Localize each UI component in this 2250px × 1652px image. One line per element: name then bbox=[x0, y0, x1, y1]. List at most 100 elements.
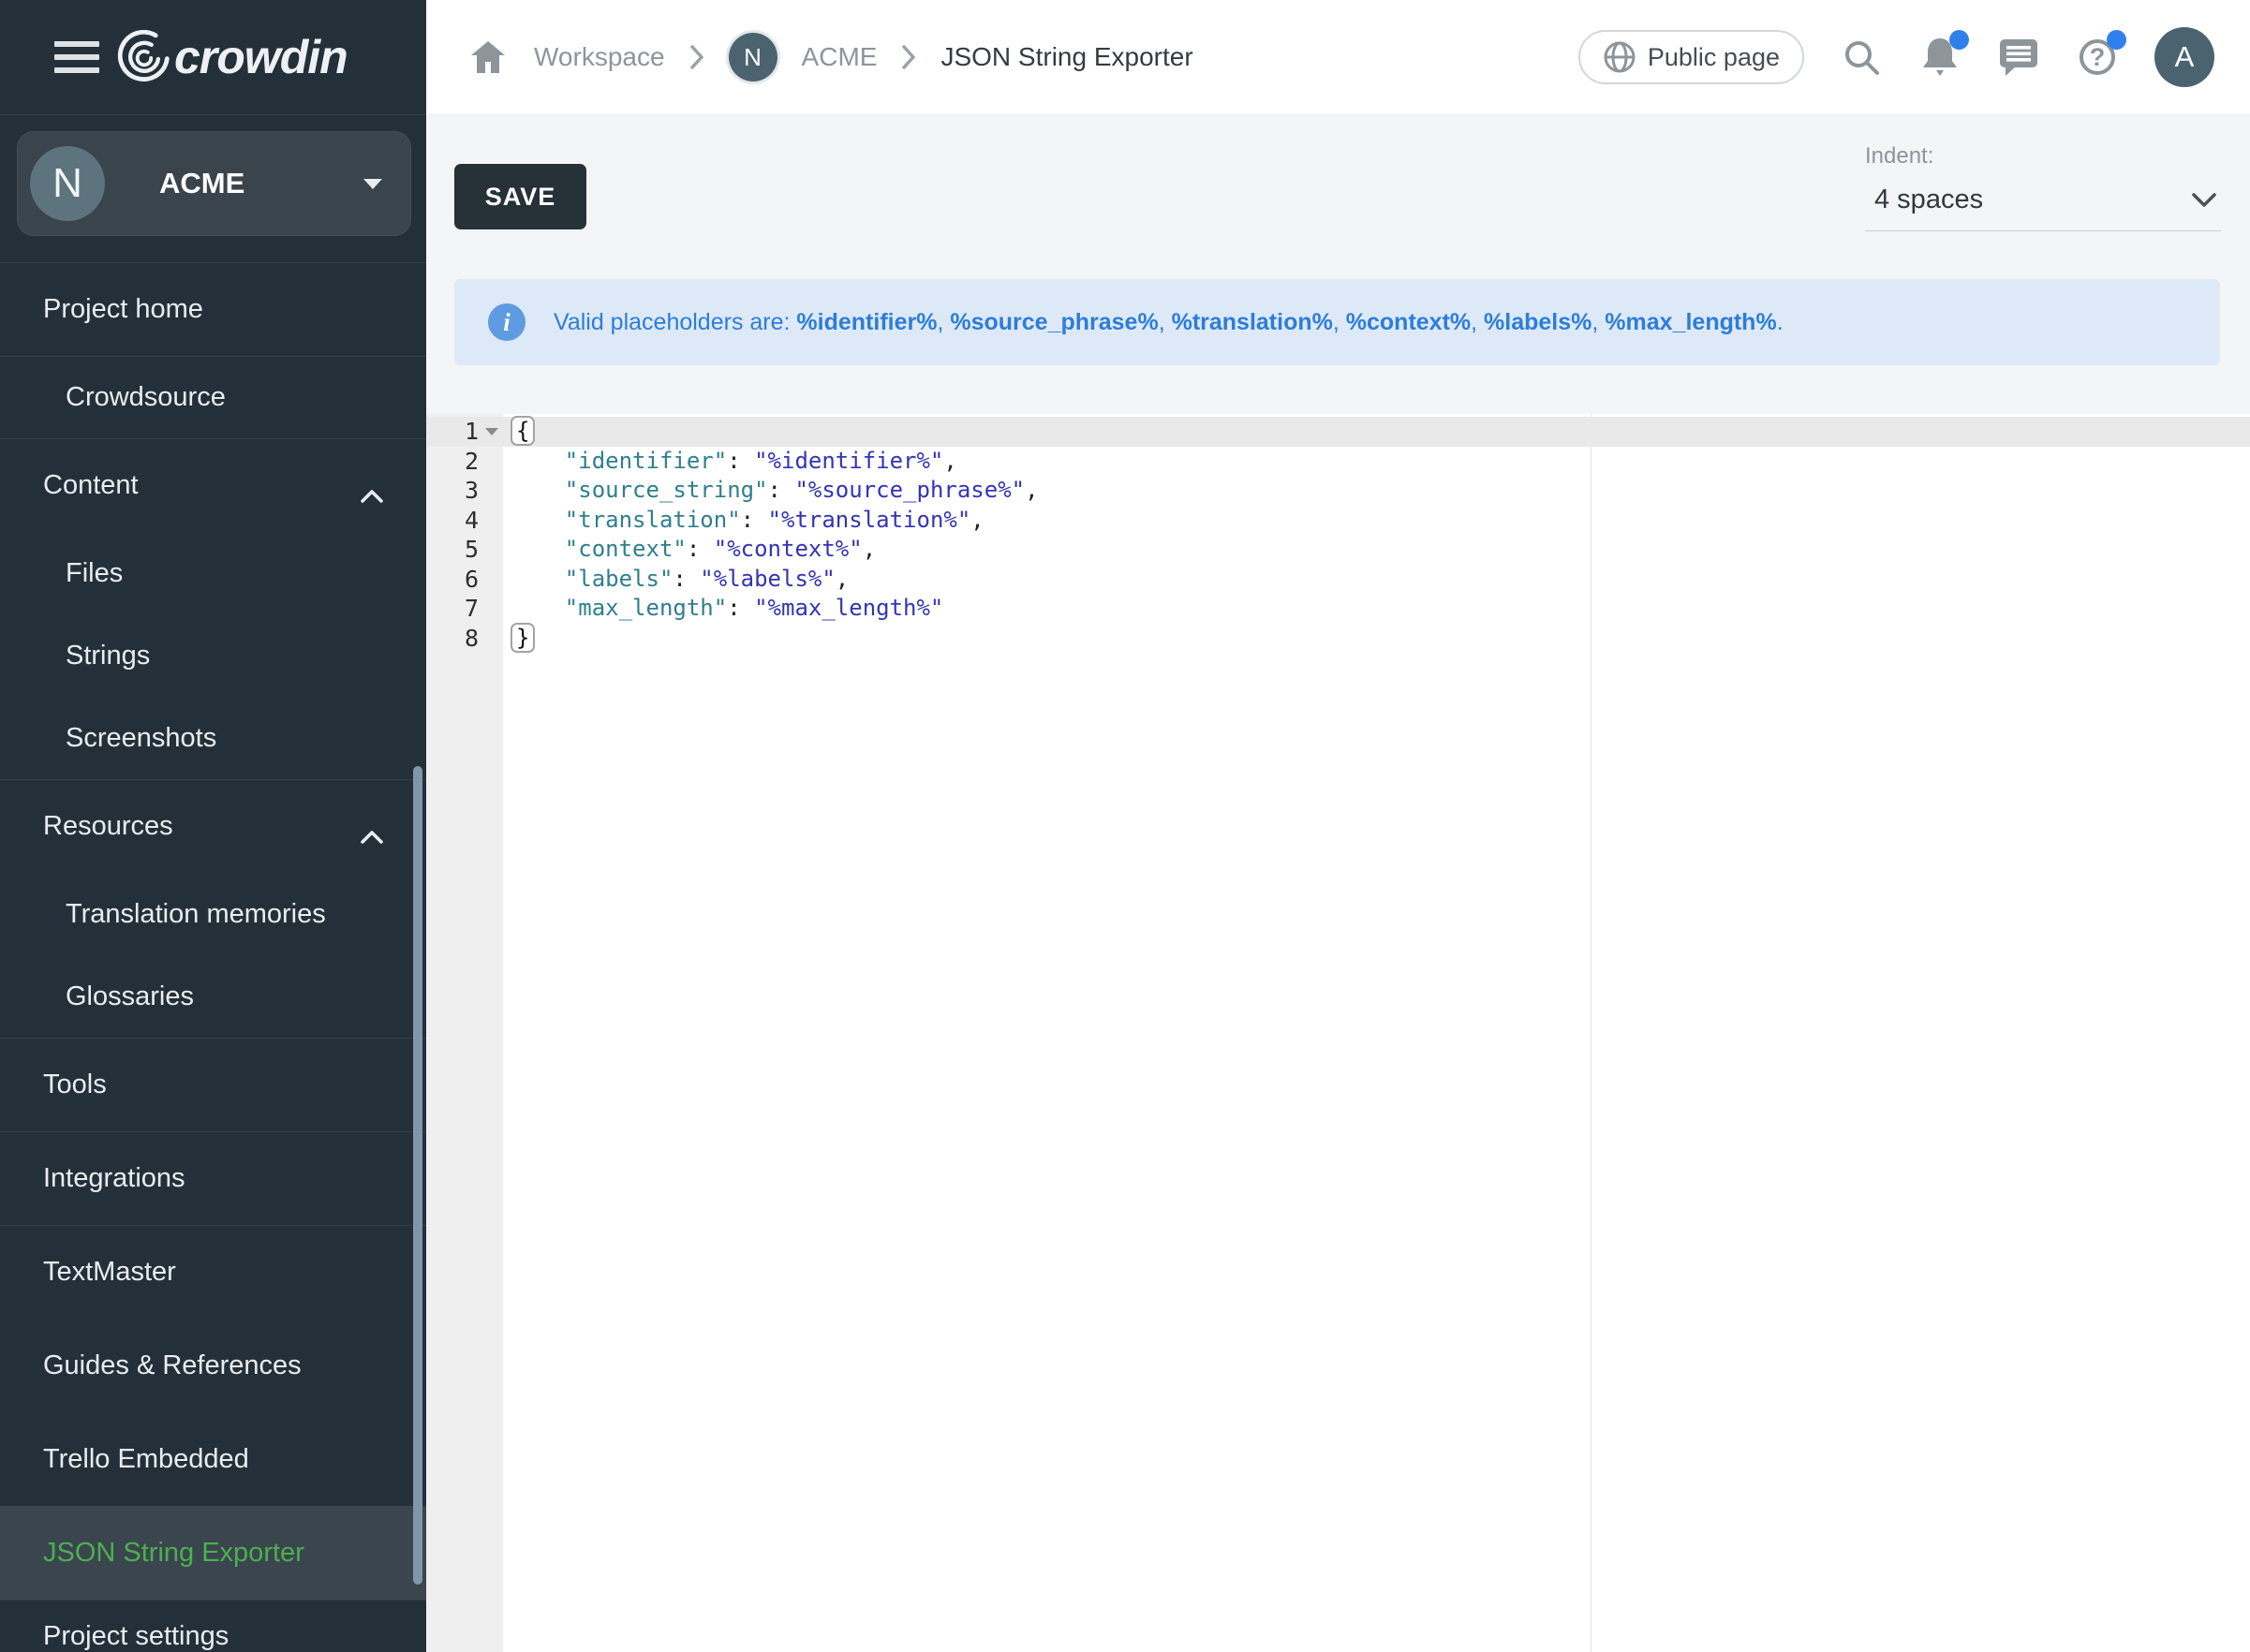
sidebar-item-crowdsource[interactable]: Crowdsource bbox=[0, 356, 426, 438]
sidebar-item-label: Crowdsource bbox=[66, 382, 226, 413]
fold-caret-icon[interactable] bbox=[479, 417, 503, 447]
code-line[interactable]: 4 "translation": "%translation%", bbox=[426, 506, 2250, 536]
topbar-brand-section: crowdin bbox=[0, 0, 426, 115]
code-lines: 1{2 "identifier": "%identifier%",3 "sour… bbox=[426, 417, 2250, 653]
sidebar-item-label: Content bbox=[43, 470, 139, 501]
line-number: 2 bbox=[426, 447, 503, 477]
home-icon[interactable] bbox=[466, 36, 510, 79]
public-page-label: Public page bbox=[1648, 43, 1780, 72]
sidebar-item-integrations[interactable]: Integrations bbox=[0, 1131, 426, 1225]
breadcrumb-workspace[interactable]: Workspace bbox=[534, 42, 665, 72]
crowdin-logo-text: crowdin bbox=[174, 30, 348, 84]
sidebar-item-resources[interactable]: Resources bbox=[0, 779, 426, 873]
globe-icon bbox=[1603, 40, 1636, 74]
sidebar-item-tools[interactable]: Tools bbox=[0, 1038, 426, 1131]
sidebar-item-label: Translation memories bbox=[66, 899, 326, 930]
org-name: ACME bbox=[159, 167, 244, 200]
sidebar-item-project-settings[interactable]: Project settings bbox=[0, 1600, 426, 1652]
code-text: } bbox=[503, 624, 535, 654]
sidebar-item-label: JSON String Exporter bbox=[43, 1538, 304, 1569]
sidebar-item-glossaries[interactable]: Glossaries bbox=[0, 955, 426, 1038]
messages-icon[interactable] bbox=[1997, 36, 2040, 79]
org-switcher[interactable]: N ACME bbox=[17, 131, 411, 236]
breadcrumb-project[interactable]: ACME bbox=[802, 42, 878, 72]
sidebar-item-label: Trello Embedded bbox=[43, 1444, 249, 1475]
sidebar-item-strings[interactable]: Strings bbox=[0, 614, 426, 697]
line-number: 3 bbox=[426, 476, 503, 506]
breadcrumb: Workspace N ACME JSON String Exporter bbox=[426, 33, 1193, 81]
code-text: "identifier": "%identifier%", bbox=[503, 447, 957, 477]
code-text: "context": "%context%", bbox=[503, 535, 876, 565]
sidebar-item-label: TextMaster bbox=[43, 1257, 176, 1288]
search-icon[interactable] bbox=[1840, 36, 1883, 79]
code-line[interactable]: 3 "source_string": "%source_phrase%", bbox=[426, 476, 2250, 506]
crowdin-logo[interactable]: crowdin bbox=[116, 30, 348, 84]
notification-dot bbox=[1949, 30, 1969, 50]
crowdin-app: crowdin Workspace N ACME JSON String Exp… bbox=[0, 0, 2250, 1652]
code-text: "max_length": "%max_length%" bbox=[503, 594, 943, 624]
sidebar-item-screenshots[interactable]: Screenshots bbox=[0, 697, 426, 779]
banner-placeholder: %identifier% bbox=[796, 309, 937, 335]
sidebar-scrollbar[interactable] bbox=[413, 766, 422, 1585]
line-number: 1 bbox=[426, 417, 503, 447]
notifications-bell-icon[interactable] bbox=[1918, 36, 1961, 79]
indent-control: Indent: 4 spaces bbox=[1865, 143, 2221, 231]
sidebar-item-files[interactable]: Files bbox=[0, 532, 426, 614]
banner-placeholder: %source_phrase% bbox=[950, 309, 1158, 335]
user-avatar[interactable]: A bbox=[2154, 27, 2214, 87]
line-number: 8 bbox=[426, 624, 503, 654]
chevron-up-icon[interactable] bbox=[361, 820, 383, 851]
sidebar-item-guides-references[interactable]: Guides & References bbox=[0, 1319, 426, 1412]
banner-placeholder: %context% bbox=[1346, 309, 1471, 335]
sidebar-item-label: Files bbox=[66, 558, 123, 589]
code-line[interactable]: 7 "max_length": "%max_length%" bbox=[426, 594, 2250, 624]
indent-select[interactable]: 4 spaces bbox=[1865, 184, 2221, 231]
sidebar-item-label: Project home bbox=[43, 294, 203, 325]
indent-label: Indent: bbox=[1865, 143, 2221, 170]
topbar-actions: Public page ? A bbox=[1578, 27, 2250, 87]
code-line[interactable]: 1{ bbox=[426, 417, 2250, 447]
line-number: 6 bbox=[426, 565, 503, 595]
help-icon[interactable]: ? bbox=[2076, 36, 2119, 79]
sidebar-item-label: Guides & References bbox=[43, 1350, 302, 1381]
sidebar-nav: Project home Crowdsource Content Files Strin… bbox=[0, 262, 426, 1652]
sidebar-item-label: Tools bbox=[43, 1069, 107, 1100]
sidebar-item-textmaster[interactable]: TextMaster bbox=[0, 1225, 426, 1319]
public-page-button[interactable]: Public page bbox=[1578, 30, 1804, 84]
code-text: "translation": "%translation%", bbox=[503, 506, 984, 536]
project-avatar[interactable]: N bbox=[729, 33, 777, 81]
info-icon: i bbox=[488, 303, 525, 341]
chevron-down-icon bbox=[2191, 192, 2217, 208]
code-editor[interactable]: 1{2 "identifier": "%identifier%",3 "sour… bbox=[426, 414, 2250, 1652]
save-button[interactable]: SAVE bbox=[454, 164, 586, 229]
sidebar-item-project-home[interactable]: Project home bbox=[0, 262, 426, 356]
chevron-right-icon bbox=[689, 44, 704, 70]
menu-icon[interactable] bbox=[54, 39, 99, 75]
chevron-down-icon bbox=[363, 179, 382, 189]
code-line[interactable]: 5 "context": "%context%", bbox=[426, 535, 2250, 565]
topbar: Workspace N ACME JSON String Exporter Pu… bbox=[426, 0, 2250, 115]
main-content: SAVE Indent: 4 spaces i Valid placeholde… bbox=[426, 115, 2250, 1652]
sidebar-item-label: Screenshots bbox=[66, 723, 216, 754]
sidebar: N ACME Project home Crowdsource Content Fil… bbox=[0, 115, 426, 1652]
sidebar-item-label: Resources bbox=[43, 811, 173, 842]
info-banner: i Valid placeholders are: %identifier%, … bbox=[454, 279, 2220, 365]
sidebar-item-translation-memories[interactable]: Translation memories bbox=[0, 873, 426, 955]
line-number: 4 bbox=[426, 506, 503, 536]
code-line[interactable]: 6 "labels": "%labels%", bbox=[426, 565, 2250, 595]
org-avatar: N bbox=[30, 146, 105, 221]
sidebar-item-content[interactable]: Content bbox=[0, 438, 426, 532]
sidebar-item-json-string-exporter[interactable]: JSON String Exporter bbox=[0, 1506, 426, 1600]
help-dot bbox=[2107, 30, 2126, 50]
line-number: 7 bbox=[426, 594, 503, 624]
banner-placeholder: %translation% bbox=[1172, 309, 1333, 335]
sidebar-item-label: Project settings bbox=[43, 1621, 229, 1652]
code-line[interactable]: 8} bbox=[426, 624, 2250, 654]
chevron-up-icon[interactable] bbox=[361, 479, 383, 510]
banner-text: Valid placeholders are: %identifier%, %s… bbox=[554, 309, 1784, 336]
banner-placeholder: %labels% bbox=[1484, 309, 1591, 335]
sidebar-item-trello-embedded[interactable]: Trello Embedded bbox=[0, 1412, 426, 1506]
code-line[interactable]: 2 "identifier": "%identifier%", bbox=[426, 447, 2250, 477]
sidebar-item-label: Glossaries bbox=[66, 981, 194, 1012]
breadcrumb-current-page: JSON String Exporter bbox=[940, 42, 1192, 72]
